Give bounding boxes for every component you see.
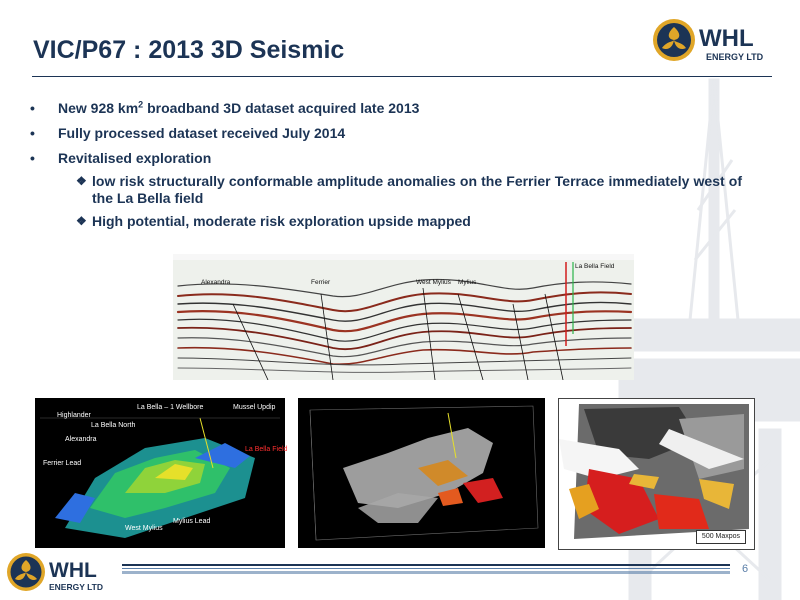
amplitude-3d-view-panel — [298, 398, 545, 548]
svg-text:Mylius: Mylius — [458, 279, 477, 286]
svg-text:ENERGY LTD: ENERGY LTD — [49, 582, 103, 592]
sub-bullet-item: ❖ High potential, moderate risk explorat… — [30, 213, 742, 230]
bullet-text: Fully processed dataset received July 20… — [58, 125, 346, 141]
slide-title: VIC/P67 : 2013 3D Seismic — [33, 36, 345, 64]
svg-text:La Bella Field: La Bella Field — [575, 263, 615, 270]
maxpos-legend-label: 500 Maxpos — [696, 530, 746, 544]
svg-text:WHL: WHL — [699, 25, 754, 52]
bullet-item: • Revitalised exploration — [30, 148, 742, 173]
diamond-bullet-icon: ❖ — [76, 214, 87, 228]
svg-text:Alexandra: Alexandra — [201, 279, 231, 286]
bullet-dot-icon: • — [30, 100, 35, 116]
slide: WHL ENERGY LTD VIC/P67 : 2013 3D Seismic… — [0, 0, 800, 600]
amplitude-map-graphic — [559, 404, 749, 539]
bullet-text: New 928 km2 broadband 3D dataset acquire… — [58, 99, 420, 116]
footer-divider — [122, 564, 730, 574]
sub-bullet-text: High potential, moderate risk exploratio… — [92, 213, 471, 229]
seismic-cross-section-image: Alexandra Ferrier West Mylius Mylius La … — [173, 254, 634, 380]
bullet-item: • New 928 km2 broadband 3D dataset acqui… — [30, 98, 742, 123]
title-divider — [32, 76, 772, 77]
amplitude-volume-graphic — [309, 405, 539, 541]
bullet-dot-icon: • — [30, 150, 35, 166]
whl-logo: WHL ENERGY LTD — [653, 19, 764, 62]
maxpos-amplitude-map-panel: 500 Maxpos — [558, 398, 755, 550]
svg-text:West Mylius: West Mylius — [416, 279, 452, 286]
svg-text:Ferrier: Ferrier — [311, 279, 331, 286]
bullet-dot-icon: • — [30, 125, 35, 141]
page-number: 6 — [742, 563, 749, 575]
diamond-bullet-icon: ❖ — [76, 174, 87, 188]
bullet-item: • Fully processed dataset received July … — [30, 123, 742, 148]
horizon-3d-view-panel: Highlander La Bella – 1 Wellbore Mussel … — [35, 398, 287, 548]
whl-logo-footer: WHL ENERGY LTD — [7, 553, 103, 592]
bullet-text: Revitalised exploration — [58, 150, 212, 166]
svg-text:ENERGY LTD: ENERGY LTD — [706, 52, 764, 62]
sub-bullet-text: low risk structurally conformable amplit… — [92, 173, 742, 206]
sub-bullet-item: ❖ low risk structurally conformable ampl… — [30, 173, 742, 207]
svg-text:WHL: WHL — [49, 559, 97, 582]
bullet-list: • New 928 km2 broadband 3D dataset acqui… — [30, 98, 742, 236]
